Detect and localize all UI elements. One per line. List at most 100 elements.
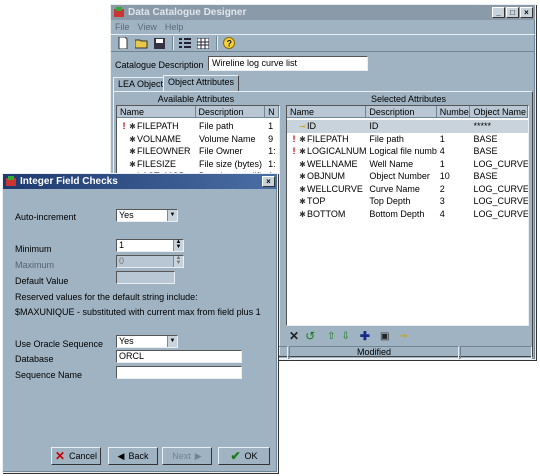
undo-icon[interactable]: ↺ — [305, 329, 315, 343]
help-icon[interactable]: ? — [221, 36, 237, 50]
catalogue-description-input[interactable]: Wireline log curve list — [208, 56, 368, 71]
column-object-name[interactable]: Object Name — [470, 106, 528, 117]
catalogue-description-label: Catalogue Description — [115, 60, 204, 70]
cell-desc: Logical file number — [369, 146, 437, 156]
maximum-stepper[interactable]: 0 ▲ ▼ — [116, 255, 184, 268]
table-row[interactable]: ✱WELLCURVE Curve Name 2 LOG_CURVE — [287, 183, 528, 196]
table-row[interactable]: ✱WELLNAME Well Name 1 LOG_CURVE — [287, 158, 528, 171]
maximum-value: 0 — [119, 256, 125, 266]
cell-num: 3 — [439, 196, 445, 206]
attribute-icon: ✱ — [299, 209, 306, 219]
delete-icon[interactable]: ✕ — [289, 329, 299, 343]
sequence-name-input[interactable] — [116, 366, 242, 379]
open-folder-icon[interactable] — [133, 36, 149, 50]
use-oracle-sequence-select[interactable]: Yes ▼ — [116, 335, 178, 348]
new-file-icon[interactable] — [115, 36, 131, 50]
key-icon: ⊸ — [299, 122, 306, 131]
table-row[interactable]: !✱LOGICALNUMLogical file number4 BASE — [287, 145, 528, 158]
cell-name: FILESIZE — [137, 158, 177, 169]
minimize-button[interactable]: _ — [492, 7, 505, 18]
available-attributes-title: Available Attributes — [157, 94, 235, 104]
spin-icon[interactable]: ▲ ▼ — [173, 239, 183, 251]
back-button[interactable]: ◀ Back — [108, 447, 158, 465]
dialog-title: Integer Field Checks — [20, 176, 118, 187]
cell-name: VOLNAME — [137, 133, 182, 144]
menu-view[interactable]: View — [138, 22, 157, 32]
move-up-icon[interactable]: ⇧ — [327, 331, 335, 342]
cell-obj: LOG_CURVE — [473, 158, 528, 169]
attribute-icon: ✱ — [299, 147, 306, 156]
properties-icon[interactable]: ▣ — [380, 331, 389, 342]
table-row[interactable]: ✱FILEOWNER File Owner 1: — [117, 145, 279, 158]
back-label: Back — [128, 451, 149, 461]
cell-desc: Bottom Depth — [369, 208, 425, 219]
main-titlebar[interactable]: Data Catalogue Designer _ □ × — [111, 5, 535, 20]
cell-obj: LOG_CURVE — [473, 183, 528, 194]
table-row[interactable]: ! ✱FILEPATH File path 1 BASE — [287, 133, 528, 146]
menu-help[interactable]: Help — [165, 22, 184, 32]
cell-desc: ID — [369, 121, 379, 131]
table-row[interactable]: ✱OBJNUM Object Number 10 BASE — [287, 170, 528, 183]
cell-name: FILEPATH — [137, 121, 179, 131]
svg-text:?: ? — [227, 39, 233, 49]
cell-name: WELLCURVE — [307, 183, 363, 194]
cell-desc: File size (bytes) — [199, 158, 263, 169]
chevron-down-icon[interactable]: ▼ — [167, 210, 177, 221]
save-icon[interactable] — [151, 36, 167, 50]
cell-obj: BASE — [473, 171, 498, 181]
maximize-button[interactable]: □ — [506, 7, 519, 18]
grid-view-icon[interactable] — [195, 36, 211, 50]
chevron-down-icon[interactable]: ▼ — [167, 336, 177, 347]
attribute-icon: ✱ — [299, 184, 306, 194]
minimum-stepper[interactable]: 1 ▲ ▼ — [116, 239, 184, 252]
cell-desc: Top Depth — [369, 196, 411, 206]
table-row[interactable]: ✱BOTTOM Bottom Depth 4 LOG_CURVE — [287, 208, 528, 221]
table-row[interactable]: ⊸ID ID ***** — [287, 120, 528, 133]
toolbar: ? — [111, 34, 535, 52]
next-arrow-icon: ▶ — [194, 450, 202, 461]
selected-attributes-list[interactable]: Name Description Number Object Name ⊸ID I… — [286, 105, 529, 326]
table-row[interactable]: ✱TOP Top Depth 3 LOG_CURVE — [287, 195, 528, 208]
database-input[interactable]: ORCL — [116, 350, 242, 363]
menu-file[interactable]: File — [115, 22, 130, 32]
column-description[interactable]: Description — [366, 106, 437, 117]
app-icon — [114, 7, 124, 17]
checkmark-icon: ✔ — [230, 449, 241, 463]
cell-desc: File path — [199, 121, 234, 131]
ok-button[interactable]: ✔ OK — [218, 447, 270, 465]
move-down-icon[interactable]: ⇩ — [342, 331, 350, 342]
cell-num: 4 — [439, 208, 445, 219]
column-name[interactable]: Name — [117, 106, 196, 117]
reserved-values-note: Reserved values for the default string i… — [15, 292, 198, 302]
dialog-close-button[interactable]: × — [262, 176, 275, 187]
key-icon[interactable]: ⊸ — [399, 331, 407, 342]
table-row[interactable]: ! ✱FILEPATH File path 1 — [117, 120, 279, 133]
close-button[interactable]: × — [520, 7, 533, 18]
status-modified: Modified — [289, 346, 459, 359]
next-button[interactable]: Next ▶ — [162, 447, 212, 465]
cell-desc: Volume Name — [199, 133, 256, 144]
cell-name: BOTTOM — [307, 208, 346, 219]
cell-name: FILEOWNER — [137, 146, 191, 156]
cell-desc: File Owner — [199, 146, 243, 156]
add-icon[interactable]: ✚ — [360, 329, 370, 343]
table-row[interactable]: ✱FILESIZE File size (bytes) 1: — [117, 158, 279, 171]
tab-object-attributes[interactable]: Object Attributes — [163, 75, 240, 91]
attribute-icon: ✱ — [129, 134, 136, 144]
cell-n: 1: — [268, 158, 276, 169]
column-n[interactable]: N — [265, 106, 279, 117]
attribute-icon: ✱ — [129, 147, 136, 156]
column-description[interactable]: Description — [196, 106, 266, 117]
list-view-icon[interactable] — [177, 36, 193, 50]
auto-increment-select[interactable]: Yes ▼ — [116, 209, 178, 222]
default-value-input[interactable] — [116, 271, 175, 284]
column-number[interactable]: Number — [437, 106, 471, 117]
next-label: Next — [172, 451, 191, 461]
cancel-icon: ✕ — [54, 449, 66, 463]
dialog-titlebar[interactable]: Integer Field Checks × — [3, 174, 277, 189]
column-name[interactable]: Name — [287, 106, 367, 117]
cancel-button[interactable]: ✕ Cancel — [51, 447, 101, 465]
cell-name: ID — [307, 121, 316, 131]
table-row[interactable]: ✱VOLNAME Volume Name 9 — [117, 133, 279, 146]
spin-icon[interactable]: ▲ ▼ — [173, 255, 183, 267]
